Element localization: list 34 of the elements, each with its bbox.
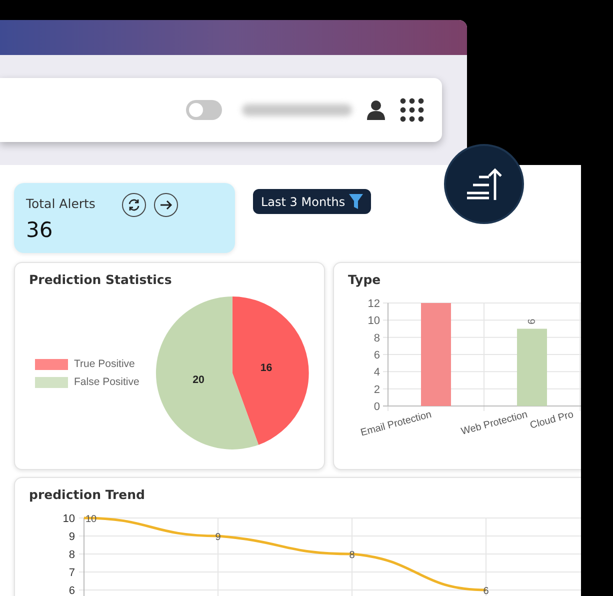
slice-label: 16 [260,362,272,374]
axis-tick-label: 2 [374,384,380,396]
axis-tick-label: 6 [68,585,75,596]
user-icon[interactable] [366,100,386,120]
axis-tick-label: 12 [368,298,380,310]
filter-icon [349,194,364,210]
axis-tick-label: 6 [374,350,380,362]
axis-tick-label: 9 [68,531,75,543]
arrow-right-button[interactable] [154,193,178,217]
refresh-icon [127,198,141,212]
axis-tick-label: 10 [62,513,75,525]
axis-category-label: Cloud Pro [528,409,575,432]
alert-count: 36 [26,218,54,242]
axis-category-label: Web Protection [460,409,529,438]
axis-tick-label: 4 [374,366,380,379]
axis-tick-label: 10 [368,315,380,328]
arrow-right-icon [159,198,173,212]
value-label: 9 [525,318,536,324]
data-label: 6 [483,586,489,596]
legend-label: True Positive [74,358,135,370]
axis-tick-label: 7 [68,567,75,579]
legend-label: False Positive [74,376,140,388]
card-title: prediction Trend [29,487,146,504]
axis-tick-label: 8 [374,332,380,344]
date-filter-button[interactable]: Last 3 Months [253,189,372,214]
sort-up-icon [465,167,503,201]
slice-label: 20 [192,374,205,386]
refresh-button[interactable] [122,193,146,217]
axis-tick-label: 8 [68,549,75,561]
toggle-switch[interactable] [186,100,222,120]
card-title: Type [348,272,382,289]
apps-grid-icon[interactable] [400,98,424,122]
card-title: Prediction Statistics [29,272,173,289]
card-title: Total Alerts [26,196,96,211]
